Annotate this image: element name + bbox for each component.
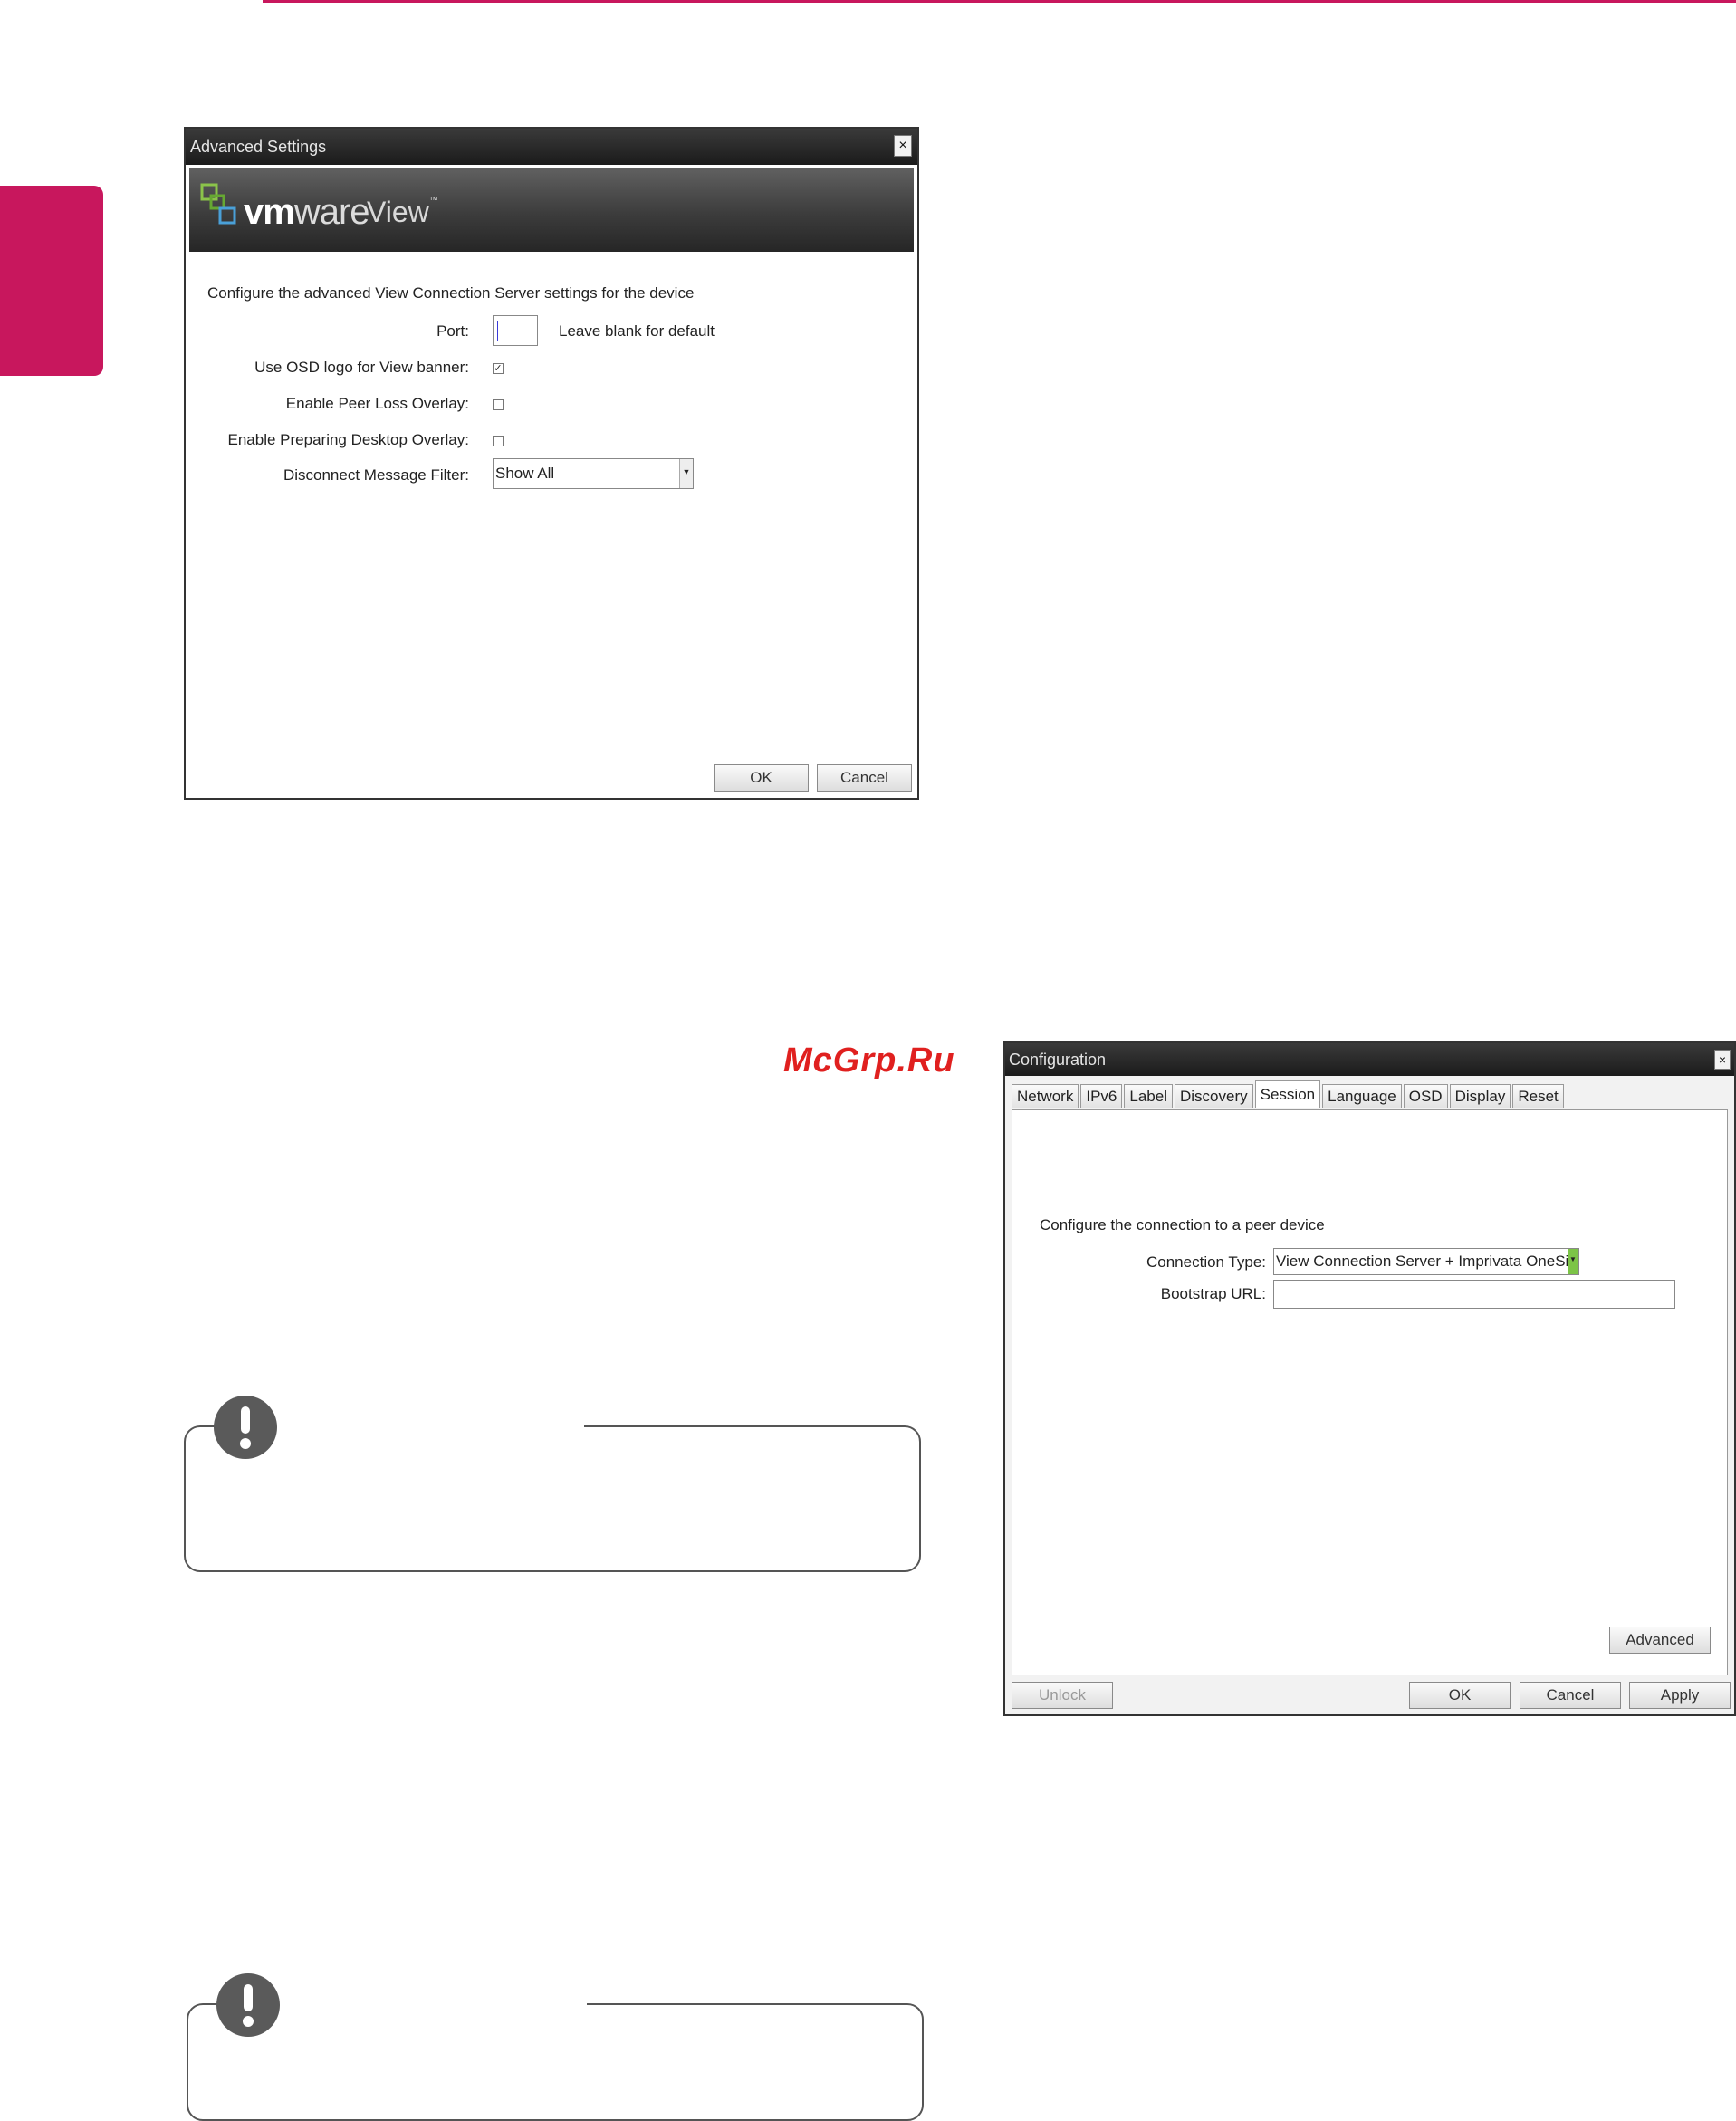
tab-reset[interactable]: Reset [1512,1084,1564,1108]
dialog-titlebar: Advanced Settings × [186,129,917,165]
tab-osd[interactable]: OSD [1403,1084,1448,1108]
connection-type-value: View Connection Server + Imprivata OneSi… [1276,1252,1579,1270]
port-input[interactable] [493,315,538,346]
disconnect-filter-value: Show All [495,465,555,482]
connection-type-select[interactable]: View Connection Server + Imprivata OneSi… [1273,1248,1579,1275]
use-osd-logo-label: Use OSD logo for View banner: [254,359,469,376]
warning-icon [214,1396,277,1459]
page-top-rule [263,0,1736,3]
connection-type-label: Connection Type: [1146,1253,1266,1271]
vmware-wordmark-vm: vm [244,192,295,232]
vmware-view-banner: vmware View™ [189,168,914,252]
apply-button[interactable]: Apply [1629,1682,1731,1709]
cancel-button[interactable]: Cancel [1520,1682,1621,1709]
close-icon[interactable]: × [1714,1050,1731,1070]
bootstrap-url-label: Bootstrap URL: [1160,1285,1266,1302]
dialog-title: Advanced Settings [190,138,327,156]
view-product-text: View [367,196,429,228]
unlock-button[interactable]: Unlock [1012,1682,1113,1709]
advanced-settings-dialog: Advanced Settings × vmware View™ Configu… [184,127,919,800]
tab-label[interactable]: Label [1124,1084,1173,1108]
tab-session[interactable]: Session [1254,1080,1321,1108]
dialog-title: Configuration [1009,1051,1107,1069]
vmware-wordmark-ware: ware [293,192,370,232]
tab-display[interactable]: Display [1449,1084,1511,1108]
vmware-wordmark: vmware [244,192,370,233]
trademark-symbol: ™ [428,196,438,206]
use-osd-logo-checkbox[interactable]: ✓ [493,363,504,374]
tab-ipv6[interactable]: IPv6 [1080,1084,1123,1108]
peer-loss-overlay-label: Enable Peer Loss Overlay: [285,395,469,412]
chevron-down-icon[interactable]: ▼ [679,459,693,488]
advanced-button[interactable]: Advanced [1609,1627,1711,1654]
cancel-button[interactable]: Cancel [817,764,912,792]
dialog-titlebar: Configuration × [1005,1043,1734,1076]
vmware-logo-icon [200,183,236,225]
session-tab-panel: Configure the connection to a peer devic… [1012,1109,1728,1675]
preparing-desktop-overlay-label: Enable Preparing Desktop Overlay: [227,431,469,448]
tab-discovery[interactable]: Discovery [1175,1084,1253,1108]
peer-loss-overlay-checkbox[interactable] [493,399,504,410]
ok-button[interactable]: OK [1409,1682,1511,1709]
note-box-1 [184,1424,921,1572]
chevron-down-icon[interactable]: ▼ [1568,1249,1578,1274]
view-product-name: View™ [367,196,438,229]
tab-network[interactable]: Network [1012,1084,1079,1108]
close-icon[interactable]: × [894,135,912,157]
warning-icon [216,1973,280,2037]
chapter-side-tab [0,186,103,376]
watermark: McGrp.Ru [783,1041,955,1080]
ok-button[interactable]: OK [714,764,809,792]
bootstrap-url-input[interactable] [1273,1280,1675,1309]
configuration-dialog: Configuration × Network IPv6 Label Disco… [1003,1041,1736,1716]
advanced-intro-text: Configure the advanced View Connection S… [207,284,695,302]
note-box-2 [187,2001,924,2121]
port-hint: Leave blank for default [559,322,715,340]
config-tabs: Network IPv6 Label Discovery Session Lan… [1012,1080,1566,1109]
tab-language[interactable]: Language [1322,1084,1402,1108]
preparing-desktop-overlay-checkbox[interactable] [493,436,504,446]
session-intro-text: Configure the connection to a peer devic… [1040,1216,1325,1233]
disconnect-filter-label: Disconnect Message Filter: [283,466,469,484]
disconnect-filter-select[interactable]: Show All ▼ [493,458,694,489]
port-label: Port: [436,322,469,340]
